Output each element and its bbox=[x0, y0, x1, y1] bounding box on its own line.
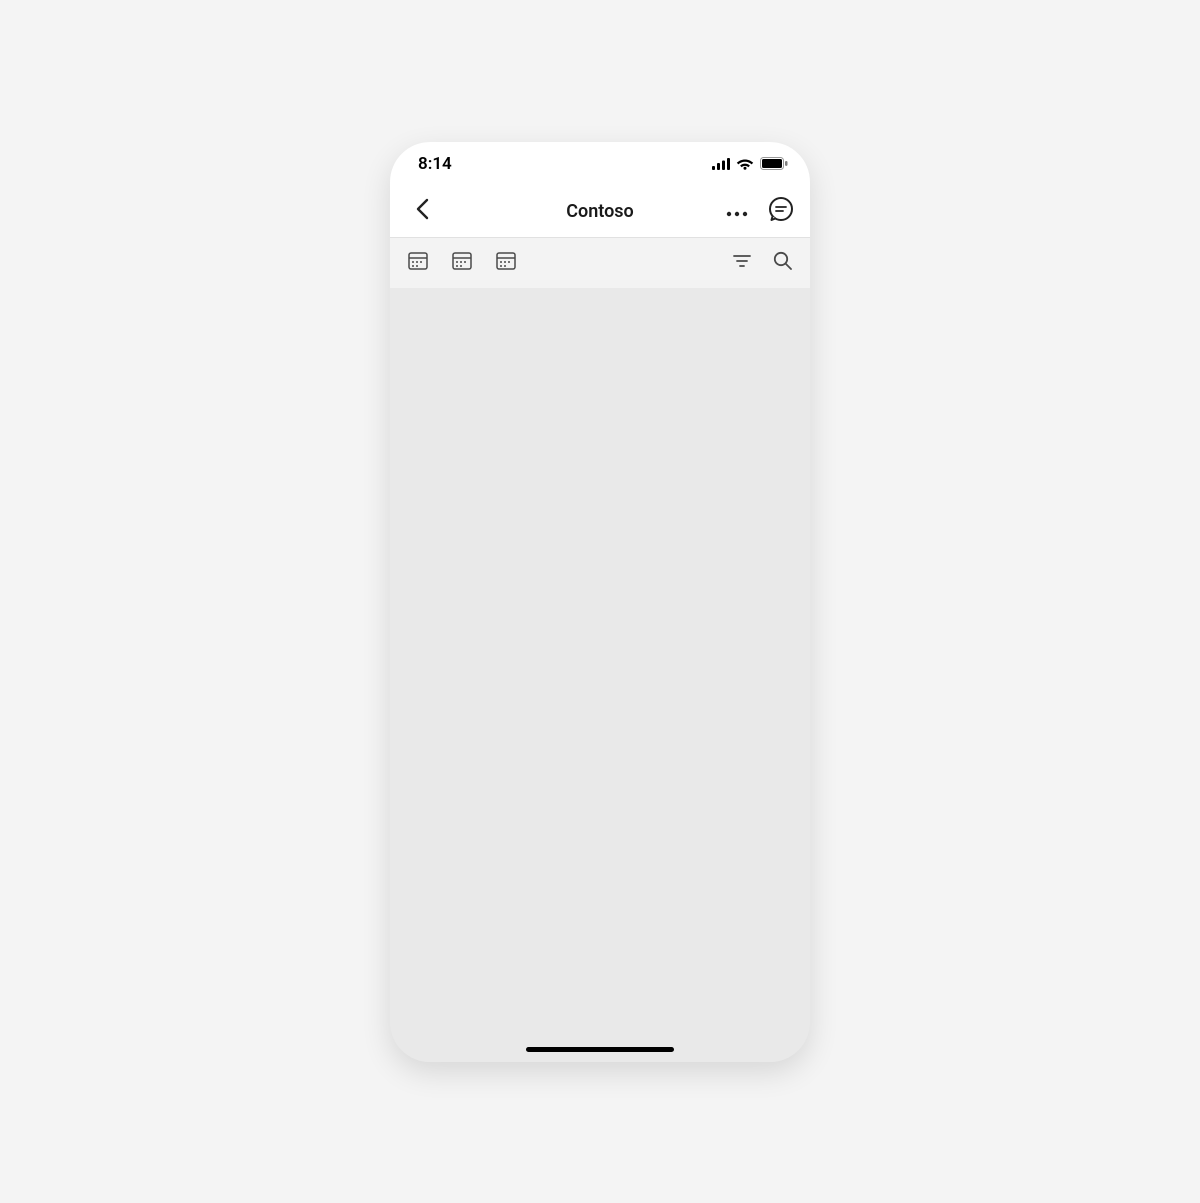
page-frame: 8:14 bbox=[0, 0, 1200, 1203]
chat-button[interactable] bbox=[766, 196, 796, 226]
home-indicator-wrap bbox=[390, 1047, 810, 1052]
more-options-button[interactable] bbox=[722, 196, 752, 226]
cellular-signal-icon bbox=[712, 158, 730, 170]
view-option-3-button[interactable] bbox=[494, 251, 518, 275]
ellipsis-icon bbox=[726, 202, 748, 221]
filter-icon bbox=[733, 253, 751, 272]
nav-bar: Contoso bbox=[390, 186, 810, 238]
wifi-icon bbox=[736, 157, 754, 170]
toolbar bbox=[390, 238, 810, 288]
nav-right bbox=[722, 196, 796, 226]
phone-frame: 8:14 bbox=[390, 142, 810, 1062]
view-option-2-button[interactable] bbox=[450, 251, 474, 275]
status-icons bbox=[712, 157, 788, 170]
content-area bbox=[390, 288, 810, 1062]
calendar-view-icon bbox=[496, 251, 516, 275]
calendar-view-icon bbox=[408, 251, 428, 275]
toolbar-right bbox=[730, 251, 794, 275]
calendar-view-icon bbox=[452, 251, 472, 275]
home-indicator[interactable] bbox=[526, 1047, 674, 1052]
toolbar-left bbox=[406, 251, 518, 275]
filter-button[interactable] bbox=[730, 251, 754, 275]
search-button[interactable] bbox=[770, 251, 794, 275]
chat-icon bbox=[768, 196, 794, 226]
status-time: 8:14 bbox=[418, 154, 452, 174]
status-bar: 8:14 bbox=[390, 142, 810, 186]
view-option-1-button[interactable] bbox=[406, 251, 430, 275]
back-button[interactable] bbox=[404, 193, 440, 229]
search-icon bbox=[773, 251, 792, 274]
battery-icon bbox=[760, 157, 788, 170]
chevron-left-icon bbox=[415, 198, 429, 224]
